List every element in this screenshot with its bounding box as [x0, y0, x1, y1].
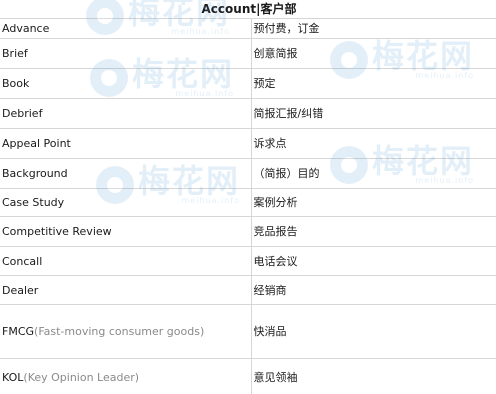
term-text: FMCG: [2, 325, 35, 338]
table-row: Case Study 案例分析: [0, 188, 496, 217]
translation-cell: 预付费，订金: [251, 18, 496, 39]
header-row: Account|客户部: [0, 0, 496, 19]
translation-cell: 案例分析: [251, 188, 496, 217]
translation-cell: 简报汇报/纠错: [251, 98, 496, 129]
term-note: (Fast-moving consumer goods): [34, 325, 205, 338]
term-cell: Competitive Review: [0, 216, 252, 247]
term-text: Book: [2, 77, 30, 90]
table-row: Concall 电话会议: [0, 246, 496, 276]
translation-cell: （简报）目的: [251, 158, 496, 189]
table-row: Dealer 经销商: [0, 275, 496, 305]
term-cell: Debrief: [0, 98, 252, 129]
translation-cell: 创意简报: [251, 38, 496, 69]
translation-cell: 预定: [251, 68, 496, 99]
term-text: Background: [2, 167, 68, 180]
table-row: Debrief 简报汇报/纠错: [0, 98, 496, 129]
term-cell: Book: [0, 68, 252, 99]
translation-cell: 竞品报告: [251, 216, 496, 247]
table-row: Brief 创意简报: [0, 38, 496, 69]
term-cell: Advance: [0, 18, 252, 39]
table-row: FMCG(Fast-moving consumer goods) 快消品: [0, 304, 496, 359]
term-cell: FMCG(Fast-moving consumer goods): [0, 304, 252, 359]
term-text: Advance: [2, 22, 50, 35]
term-cell: Concall: [0, 246, 252, 276]
term-text: Case Study: [2, 196, 65, 209]
table-row: Appeal Point 诉求点: [0, 128, 496, 159]
table-row: Competitive Review 竞品报告: [0, 216, 496, 247]
term-text: KOL: [2, 371, 24, 384]
section-title: Account|客户部: [0, 0, 496, 19]
glossary-body: Advance 预付费，订金 Brief 创意简报 Book 预定 Debrie…: [0, 18, 496, 394]
term-cell: Dealer: [0, 275, 252, 305]
translation-cell: 电话会议: [251, 246, 496, 276]
glossary-sheet: Account|客户部 Advance 预付费，订金 Brief 创意简报 Bo…: [0, 0, 496, 394]
table-row: Background （简报）目的: [0, 158, 496, 189]
term-text: Debrief: [2, 107, 43, 120]
glossary-table: Account|客户部 Advance 预付费，订金 Brief 创意简报 Bo…: [0, 0, 496, 394]
term-text: Appeal Point: [2, 137, 71, 150]
term-text: Concall: [2, 254, 43, 268]
translation-cell: 快消品: [251, 304, 496, 359]
translation-cell: 诉求点: [251, 128, 496, 159]
term-text: Competitive Review: [2, 225, 112, 238]
term-text: Brief: [2, 47, 28, 60]
term-cell: Appeal Point: [0, 128, 252, 159]
table-row: Advance 预付费，订金: [0, 18, 496, 39]
term-cell: Brief: [0, 38, 252, 69]
table-row: Book 预定: [0, 68, 496, 99]
term-cell: Case Study: [0, 188, 252, 217]
term-cell: KOL(Key Opinion Leader): [0, 358, 252, 394]
term-cell: Background: [0, 158, 252, 189]
table-row: KOL(Key Opinion Leader) 意见领袖: [0, 358, 496, 394]
term-text: Dealer: [2, 283, 39, 297]
translation-cell: 经销商: [251, 275, 496, 305]
term-note: (Key Opinion Leader): [23, 371, 140, 384]
translation-cell: 意见领袖: [251, 358, 496, 394]
